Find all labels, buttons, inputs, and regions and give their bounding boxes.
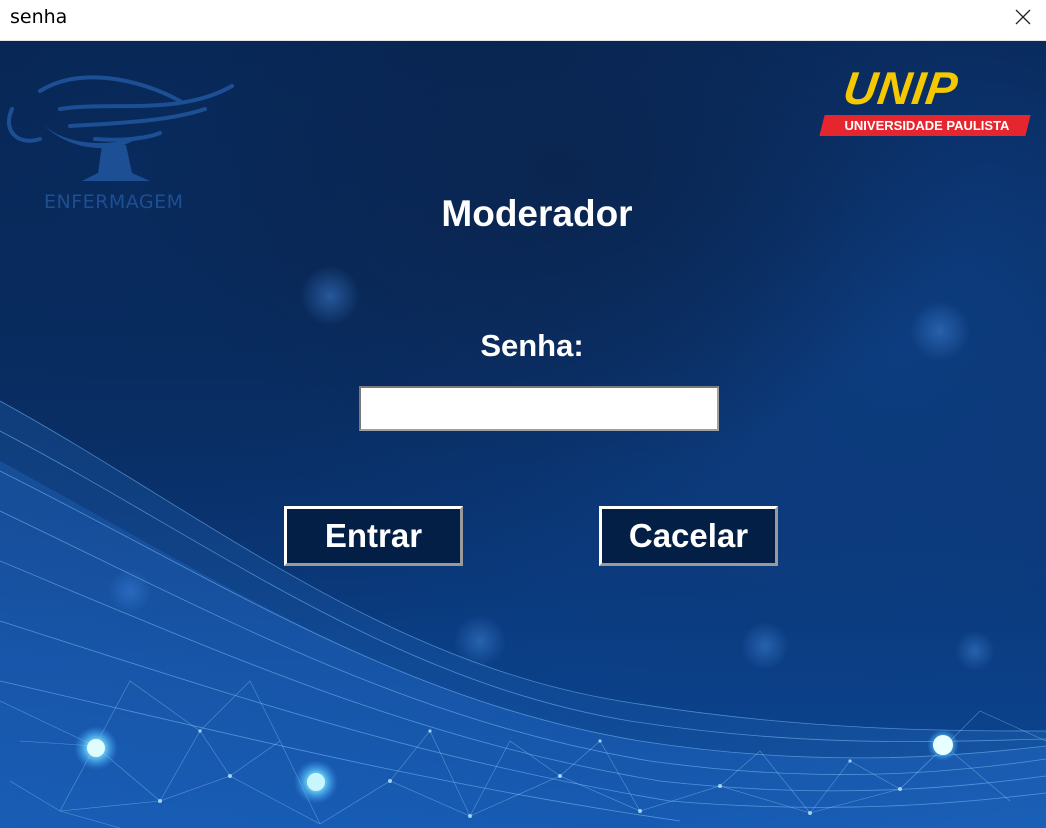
page-title: Moderador — [441, 193, 633, 234]
login-window: senha ENFERMAGEM UNIP UNIVERSIDADE PAULI… — [0, 0, 1046, 828]
close-icon — [1015, 9, 1031, 25]
enter-button[interactable]: Entrar — [284, 506, 463, 566]
enfermagem-logo: ENFERMAGEM — [0, 61, 240, 213]
main-panel: ENFERMAGEM UNIP UNIVERSIDADE PAULISTA Mo… — [0, 41, 1046, 828]
window-title: senha — [10, 6, 68, 28]
title-bar: senha — [0, 0, 1046, 41]
nursing-lamp-icon — [6, 75, 234, 181]
cancel-button[interactable]: Cacelar — [599, 506, 778, 566]
close-button[interactable] — [1000, 0, 1046, 34]
unip-logo-subtitle: UNIVERSIDADE PAULISTA — [844, 118, 1010, 133]
unip-logo-word: UNIP — [840, 62, 962, 114]
password-input[interactable] — [359, 386, 719, 431]
password-label: Senha: — [480, 328, 584, 363]
unip-logo: UNIP UNIVERSIDADE PAULISTA — [818, 62, 1031, 141]
